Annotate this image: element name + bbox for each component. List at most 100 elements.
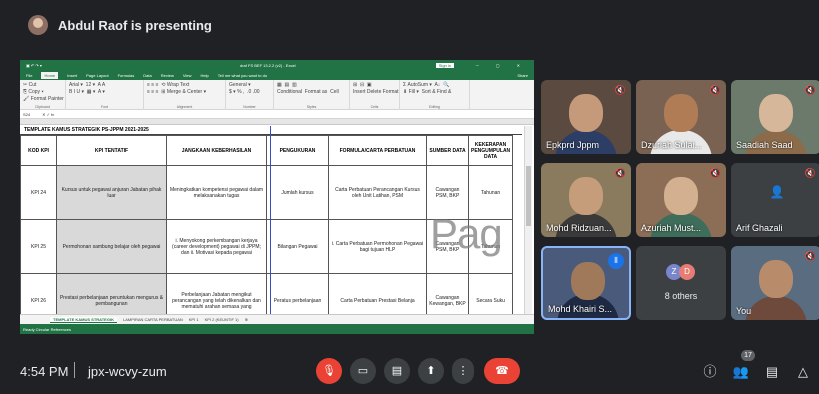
table-cell[interactable]: i. Carta Perbatuan Permohonan Pegawai ba… [328, 219, 427, 274]
ribbon-group-controls[interactable]: General ▾ $ ▾ % , .0 .00 [226, 80, 273, 98]
participant-tile[interactable]: ⦀ Mohd Khairi S... [541, 246, 631, 320]
excel-sign-in-button[interactable]: Sign in [435, 62, 454, 68]
participant-name: You [736, 306, 752, 316]
formula-icons[interactable]: ✕ ✓ fx [42, 112, 54, 117]
leave-call-button[interactable]: ☎ [484, 358, 520, 384]
more-options-button[interactable]: ⋮ [452, 358, 474, 384]
excel-menu-item[interactable]: Tell me what you want to do [218, 73, 267, 78]
excel-menu-item[interactable]: Data [143, 73, 151, 78]
ribbon-group: ≡ ≡ ≡ ⟲ Wrap Text ≡ ≡ ≡ ⊞ Merge & Center… [144, 80, 226, 110]
column-header: KEKERAPAN PENGUMPULAN DATA [467, 135, 514, 166]
meeting-code: jpx-wcvy-zum [88, 364, 167, 379]
sheet-tab[interactable]: KPI 2 (KEUNTIF 1) [205, 317, 239, 322]
participant-video-face [569, 94, 603, 132]
mic-off-button[interactable]: 🎙 [316, 358, 342, 384]
divider [74, 362, 75, 378]
participant-tile[interactable]: 🔇 Dzuriah Sulai... [636, 80, 726, 154]
table-cell[interactable]: Perbelanjaan Jabatan mengikut perancanga… [166, 273, 267, 314]
table-cell[interactable]: Cawangan Kewangan, BKP [426, 273, 469, 314]
participant-tile[interactable]: 🔇 Mohd Ridzuan... [541, 163, 631, 237]
meeting-time: 4:54 PM [20, 364, 69, 379]
table-header-row: KOD KPI KPI TENTATIF JANGKAAN KEBERHASILAN… [20, 135, 514, 166]
name-box[interactable]: S24 [23, 112, 30, 117]
mic-muted-icon: 🔇 [709, 85, 721, 95]
mic-muted-icon: 🔇 [709, 168, 721, 178]
present-button[interactable]: ⬆ [418, 358, 444, 384]
more-vert-icon: ⋮ [457, 365, 469, 377]
excel-menu-item[interactable]: Formulas [118, 73, 135, 78]
add-sheet-button[interactable]: ⊕ [245, 317, 248, 322]
column-header: FORMULA/CARTA PERBATUAN [328, 135, 427, 166]
ribbon-group: ✂ Cut ⎘ Copy ▾ 🖌 Format Painter Clipboard [20, 80, 66, 110]
window-controls[interactable]: ─ ▢ ✕ [476, 63, 528, 68]
excel-menu-item[interactable]: Review [161, 73, 174, 78]
participant-video-face [664, 94, 698, 132]
column-header: JANGKAAN KEBERHASILAN [166, 135, 267, 166]
mic-muted-icon: 🔇 [614, 85, 626, 95]
excel-menu-item[interactable]: View [183, 73, 192, 78]
camera-icon: ▭ [357, 365, 369, 377]
participant-tile[interactable]: 🔇 Azuriah Must... [636, 163, 726, 237]
ribbon-group: Σ AutoSum ▾ A↓ 🔍 ⬇ Fill ▾ Sort & Find & E… [400, 80, 470, 110]
activities-icon: △ [798, 364, 808, 379]
sheet-tab[interactable]: LAMPIRAN CARTA PERBATUAN [123, 317, 183, 322]
formula-bar: S24 ✕ ✓ fx [20, 110, 534, 119]
excel-menu-item[interactable]: File [26, 73, 32, 78]
meeting-details-button[interactable]: ⓘ [700, 362, 720, 382]
table-cell[interactable]: Carta Perbatuan Perancangan Kursus oleh … [328, 165, 427, 220]
people-button[interactable]: 👥 [731, 362, 751, 382]
excel-quick-access-icon[interactable]: ▣ ↶ ↷ ▾ [26, 63, 42, 68]
ribbon-group-label: Alignment [176, 105, 193, 109]
mic-muted-icon: 🔇 [804, 85, 816, 95]
participant-tile[interactable]: 🔇 Epkprd Jppm [541, 80, 631, 154]
activities-button[interactable]: △ [793, 362, 813, 382]
ribbon-group-label: Cells [370, 105, 379, 109]
table-cell[interactable]: KPI 25 [20, 219, 57, 274]
ribbon-group-controls[interactable]: ≡ ≡ ≡ ⟲ Wrap Text ≡ ≡ ≡ ⊞ Merge & Center… [144, 80, 225, 98]
ribbon-group-controls[interactable]: Arial ▾ 12 ▾ A A B I U ▾ ▦ ▾ A ▾ [66, 80, 143, 98]
table-cell[interactable]: Carta Perbatuan Prestasi Belanja [328, 273, 427, 314]
table-cell[interactable]: i. Menyokong perkembangan kerjaya (caree… [166, 219, 267, 274]
participant-tile[interactable]: 🔇 You [731, 246, 819, 320]
participant-video-face [571, 262, 605, 300]
sheet-tab[interactable]: TEMPLATE KAMUS STRATEGIK [50, 316, 117, 323]
participant-video-face [664, 177, 698, 215]
table-cell[interactable]: Kursus untuk pegawai anjuran Jabatan pih… [56, 165, 167, 220]
others-tile[interactable]: ZD 8 others [636, 246, 726, 320]
shared-screen[interactable]: ▣ ↶ ↷ ▾ draf FS BEF 13.2.2 (v2) - Excel … [20, 60, 534, 334]
participant-name: Mohd Ridzuan... [546, 223, 612, 233]
camera-button[interactable]: ▭ [350, 358, 376, 384]
info-icon: ⓘ [703, 364, 717, 379]
ribbon-group-controls[interactable]: ▦ ▤ ▥ Conditional Format as Cell [274, 80, 349, 98]
table-cell[interactable]: Jumlah kursus [266, 165, 329, 220]
table-cell[interactable]: Permohonan sambung belajar oleh pegawai [56, 219, 167, 274]
chat-button[interactable]: ▤ [762, 362, 782, 382]
participant-tile[interactable]: 👤 🔇 Arif Ghazali [731, 163, 819, 237]
table-cell[interactable]: Meningkatkan kompetensi pegawai dalam me… [166, 165, 267, 220]
ribbon-group-controls[interactable]: Σ AutoSum ▾ A↓ 🔍 ⬇ Fill ▾ Sort & Find & [400, 80, 469, 98]
table-cell[interactable]: Secara Suku [467, 273, 514, 314]
mic-muted-icon: 🔇 [614, 168, 626, 178]
excel-share-button[interactable]: Share [517, 73, 528, 78]
table-cell[interactable]: Prestasi perbelanjaan peruntukan menguru… [56, 273, 167, 314]
participant-video-face [759, 260, 793, 298]
ribbon-group-controls[interactable]: ⊞ ⊟ ▣ Insert Delete Format [350, 80, 399, 98]
excel-menu-item[interactable]: Help [200, 73, 208, 78]
participant-name: Dzuriah Sulai... [641, 140, 703, 150]
table-cell[interactable]: KPI 24 [20, 165, 57, 220]
participant-tile[interactable]: 🔇 Saadiah Saad [731, 80, 819, 154]
table-cell[interactable]: Bilangan Pegawai [266, 219, 329, 274]
excel-menu-item[interactable]: Insert [67, 73, 77, 78]
sheet-tab[interactable]: KPI 1 [189, 317, 199, 322]
presenter-avatar [28, 15, 48, 35]
vertical-scrollbar[interactable] [524, 126, 532, 314]
table-cell[interactable]: KPI 26 [20, 273, 57, 314]
table-cell[interactable]: Peratus perbelanjaan [266, 273, 329, 314]
captions-button[interactable]: ▤ [384, 358, 410, 384]
excel-menu-item[interactable]: Home [41, 71, 59, 79]
participant-name: Arif Ghazali [736, 223, 783, 233]
speaking-indicator-icon: ⦀ [608, 253, 624, 269]
ribbon-group-controls[interactable]: ✂ Cut ⎘ Copy ▾ 🖌 Format Painter [20, 80, 65, 105]
excel-menu-item[interactable]: Page Layout [86, 73, 108, 78]
scrollbar-thumb[interactable] [526, 166, 531, 226]
